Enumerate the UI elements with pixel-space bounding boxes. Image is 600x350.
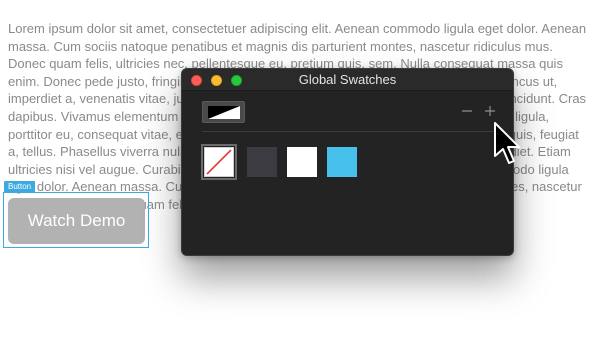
swatch-none[interactable] (201, 144, 237, 180)
plus-icon (485, 106, 495, 116)
panel-title: Global Swatches (298, 72, 397, 87)
fill-stroke-toggle-button[interactable] (202, 101, 245, 123)
global-swatches-panel: Global Swatches (181, 68, 514, 256)
remove-swatch-button[interactable] (459, 103, 475, 119)
fill-stroke-toggle-icon (208, 106, 240, 119)
button-tag-label: Button (4, 181, 36, 192)
panel-titlebar[interactable]: Global Swatches (182, 69, 513, 91)
swatch-dark-gray[interactable] (247, 147, 277, 177)
swatch-white[interactable] (287, 147, 317, 177)
no-color-slash-icon (206, 149, 232, 175)
swatch-light-blue[interactable] (327, 147, 357, 177)
watch-demo-button[interactable]: Watch Demo (8, 198, 145, 244)
arrow-cursor-icon (494, 122, 520, 164)
minus-icon (462, 110, 472, 112)
add-swatch-button[interactable] (482, 103, 498, 119)
panel-divider (202, 131, 498, 132)
